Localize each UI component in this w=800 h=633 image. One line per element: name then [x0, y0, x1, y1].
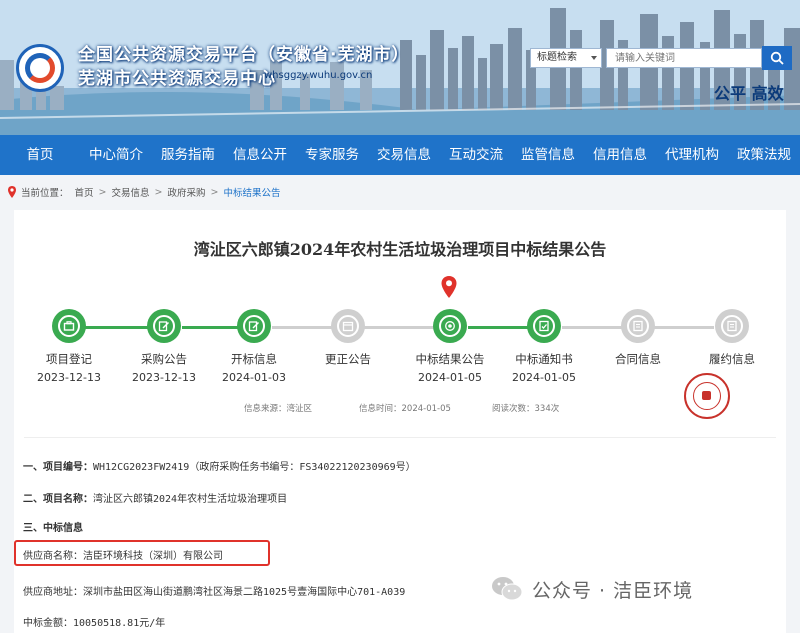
search-type-select[interactable]: 标题检索 [530, 48, 602, 68]
platform-title: 全国公共资源交易平台（安徽省·芜湖市） [78, 45, 410, 65]
step-date: 2024-01-05 [418, 371, 482, 384]
official-seal-icon [684, 373, 730, 419]
chevron-down-icon [591, 56, 597, 60]
project-number-line: 一、项目编号：WH12CG2023FW2419（政府采购任务书编号：FS3402… [23, 458, 416, 473]
breadcrumb-separator: > [210, 186, 219, 198]
center-title: 芜湖市公共资源交易中心 [78, 69, 276, 89]
edit-icon [158, 321, 170, 332]
step-node [715, 309, 749, 343]
search-type-value: 标题检索 [537, 52, 577, 63]
platform-logo[interactable] [16, 44, 64, 92]
article-panel: 湾沚区六郎镇2024年农村生活垃圾治理项目中标结果公告 项目登记 2023-12… [14, 210, 786, 633]
step-node [237, 309, 271, 343]
award-info-label: 三、中标信息 [23, 523, 83, 534]
main-nav: 首页 中心简介 服务指南 信息公开 专家服务 交易信息 互动交流 监管信息 信用… [0, 135, 800, 175]
search-button[interactable] [762, 46, 792, 70]
article-meta: 信息来源：湾沚区 信息时间：2024-01-05 阅读次数：334次 [14, 402, 786, 418]
breadcrumb-gov-procurement[interactable]: 政府采购 [167, 185, 205, 199]
breadcrumb-current[interactable]: 中标结果公告 [223, 185, 280, 199]
step-node [433, 309, 467, 343]
step-node [147, 309, 181, 343]
step-label: 合同信息 [615, 352, 661, 366]
step-date: 2024-01-03 [222, 371, 286, 384]
edit-icon [248, 321, 260, 332]
site-header: 全国公共资源交易平台（安徽省·芜湖市） 芜湖市公共资源交易中心 whsggzy.… [0, 0, 800, 135]
step-project-registration[interactable]: 项目登记 2023-12-13 [19, 309, 119, 384]
award-amount: 中标金额：10050518.81元/年 [23, 618, 166, 629]
project-number-value: WH12CG2023FW2419（政府采购任务书编号：FS34022120230… [93, 462, 416, 473]
step-node [621, 309, 655, 343]
nav-home[interactable]: 首页 [0, 135, 80, 175]
award-info-heading: 三、中标信息 [23, 519, 83, 534]
step-node [527, 309, 561, 343]
step-bid-opening[interactable]: 开标信息 2024-01-03 [204, 309, 304, 384]
step-node [52, 309, 86, 343]
breadcrumb: 当前位置： 首页 > 交易信息 > 政府采购 > 中标结果公告 [6, 183, 280, 201]
nav-about[interactable]: 中心简介 [80, 135, 152, 175]
step-label: 开标信息 [231, 352, 277, 366]
wechat-watermark: 公众号 · 洁臣环境 [490, 572, 693, 606]
step-performance-info[interactable]: 履约信息 [682, 309, 782, 371]
step-award-notification[interactable]: 中标通知书 2024-01-05 [494, 309, 594, 384]
breadcrumb-home[interactable]: 首页 [75, 185, 94, 199]
location-pin-icon [8, 186, 16, 198]
supplier-address: 供应商地址：深圳市盐田区海山街道鹏湾社区海景二路1025号壹海国际中心701-A… [23, 587, 406, 598]
supplier-name: 供应商名称：洁臣环境科技（深圳）有限公司 [23, 551, 223, 562]
nav-supervision[interactable]: 监管信息 [512, 135, 584, 175]
step-label: 采购公告 [141, 352, 187, 366]
step-node [331, 309, 365, 343]
step-label: 项目登记 [46, 352, 92, 366]
step-procurement-notice[interactable]: 采购公告 2023-12-13 [114, 309, 214, 384]
info-source: 信息来源：湾沚区 [244, 404, 313, 414]
step-label: 更正公告 [325, 352, 371, 366]
slogan: 公平 高效 [714, 84, 784, 103]
contract-icon [633, 320, 643, 332]
project-name-label: 二、项目名称： [23, 494, 93, 505]
project-name-line: 二、项目名称：湾沚区六郎镇2024年农村生活垃圾治理项目 [23, 490, 287, 505]
nav-credit[interactable]: 信用信息 [584, 135, 656, 175]
calendar-icon [342, 321, 354, 332]
breadcrumb-trade-info[interactable]: 交易信息 [112, 185, 150, 199]
info-time: 信息时间：2024-01-05 [359, 404, 451, 414]
target-icon [445, 321, 455, 331]
step-date: 2023-12-13 [132, 371, 196, 384]
step-label: 履约信息 [709, 352, 755, 366]
read-count: 阅读次数：334次 [492, 404, 560, 414]
breadcrumb-label: 当前位置： [21, 188, 69, 199]
nav-policies[interactable]: 政策法规 [728, 135, 800, 175]
step-contract-info[interactable]: 合同信息 [588, 309, 688, 371]
site-domain: whsggzy.wuhu.gov.cn [264, 70, 373, 81]
nav-info-public[interactable]: 信息公开 [224, 135, 296, 175]
project-number-label: 一、项目编号： [23, 462, 93, 473]
nav-interaction[interactable]: 互动交流 [440, 135, 512, 175]
step-label: 中标通知书 [515, 352, 573, 366]
wechat-icon [492, 577, 523, 601]
nav-agencies[interactable]: 代理机构 [656, 135, 728, 175]
step-label: 中标结果公告 [415, 352, 485, 366]
contract-icon [727, 320, 737, 332]
breadcrumb-separator: > [98, 186, 107, 198]
nav-expert-service[interactable]: 专家服务 [296, 135, 368, 175]
watermark-text: 公众号 · 洁臣环境 [532, 579, 694, 602]
step-date: 2023-12-13 [37, 371, 101, 384]
search-icon [770, 51, 784, 65]
breadcrumb-separator: > [154, 186, 163, 198]
briefcase-icon [63, 321, 75, 331]
current-step-marker-icon [441, 276, 457, 298]
project-name-value: 湾沚区六郎镇2024年农村生活垃圾治理项目 [93, 494, 288, 505]
divider [24, 437, 776, 438]
step-date: 2024-01-05 [512, 371, 576, 384]
article-title: 湾沚区六郎镇2024年农村生活垃圾治理项目中标结果公告 [193, 240, 607, 259]
nav-service-guide[interactable]: 服务指南 [152, 135, 224, 175]
search-input[interactable] [606, 48, 762, 68]
step-correction-notice[interactable]: 更正公告 [298, 309, 398, 371]
document-icon [539, 320, 549, 332]
step-award-result-notice[interactable]: 中标结果公告 2024-01-05 [400, 309, 500, 384]
nav-trade-info[interactable]: 交易信息 [368, 135, 440, 175]
progress-timeline: 项目登记 2023-12-13 采购公告 2023-12-13 开标信息 202… [14, 275, 786, 395]
